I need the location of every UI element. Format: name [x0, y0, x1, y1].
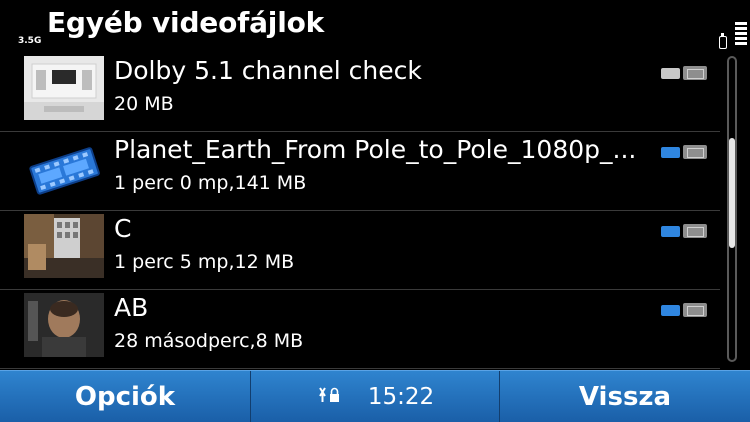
- item-title: AB: [114, 293, 149, 322]
- back-softkey[interactable]: Vissza: [500, 371, 750, 422]
- scrollbar[interactable]: [723, 56, 743, 362]
- softkey-bar: Opciók 15:22 Vissza: [0, 370, 750, 422]
- clock-area: 15:22: [250, 371, 500, 422]
- list-item[interactable]: C 1 perc 5 mp,12 MB: [0, 210, 720, 290]
- video-list: Dolby 5.1 channel check 20 MB Planet_Ear…: [0, 52, 720, 370]
- portrait-thumbnail: [24, 293, 104, 357]
- list-item[interactable]: AB 28 másodperc,8 MB: [0, 289, 720, 369]
- status-header: 3.5G Egyéb videofájlok: [0, 0, 750, 52]
- item-title: Dolby 5.1 channel check: [114, 56, 422, 85]
- antenna-lock-icon: [316, 386, 342, 409]
- dolby-thumbnail: [24, 56, 104, 120]
- list-item[interactable]: Dolby 5.1 channel check 20 MB: [0, 52, 720, 132]
- page-title: Egyéb videofájlok: [47, 6, 325, 39]
- item-meta: 1 perc 0 mp,141 MB: [114, 172, 307, 194]
- memory-location-icon: [661, 66, 707, 80]
- scroll-thumb[interactable]: [729, 138, 735, 248]
- street-scene-thumbnail: [24, 214, 104, 278]
- item-meta: 28 másodperc,8 MB: [114, 330, 304, 352]
- item-meta: 20 MB: [114, 93, 174, 115]
- network-badge: 3.5G: [18, 36, 42, 46]
- memory-location-icon: [661, 224, 707, 238]
- clock: 15:22: [367, 384, 435, 410]
- battery-icon: [719, 33, 727, 49]
- item-title: Planet_Earth_From Pole_to_Pole_1080p_...: [114, 135, 637, 164]
- item-title: C: [114, 214, 132, 243]
- video-file-icon: [24, 135, 104, 199]
- signal-strength-icon: [735, 22, 747, 50]
- options-softkey[interactable]: Opciók: [0, 371, 250, 422]
- memory-location-icon: [661, 145, 707, 159]
- memory-location-icon: [661, 303, 707, 317]
- item-meta: 1 perc 5 mp,12 MB: [114, 251, 295, 273]
- list-item[interactable]: Planet_Earth_From Pole_to_Pole_1080p_...…: [0, 131, 720, 211]
